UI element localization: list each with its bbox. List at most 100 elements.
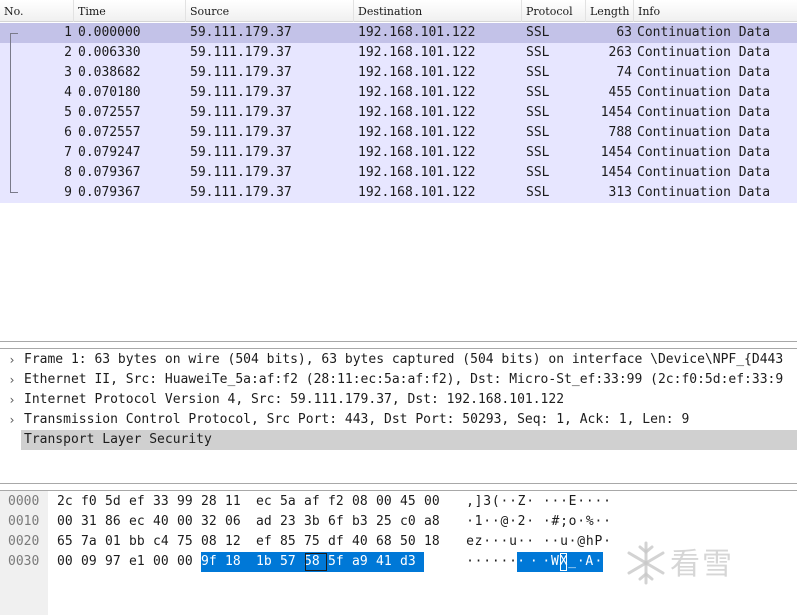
packet-row[interactable]: 8 0.079367 59.111.179.37 192.168.101.122 SSL… (0, 163, 797, 183)
hex-byte[interactable]: 65 (57, 532, 81, 552)
hex-byte[interactable]: 12 (225, 532, 249, 552)
hex-byte[interactable]: 32 (201, 512, 225, 532)
hex-byte[interactable]: 31 (81, 512, 105, 532)
hex-byte[interactable]: a8 (424, 512, 448, 532)
ascii-char[interactable]: · (602, 492, 612, 512)
hex-byte[interactable]: 06 (225, 512, 249, 532)
ascii-char[interactable]: · (525, 532, 535, 552)
column-header-source[interactable]: Source (186, 0, 354, 22)
ascii-char[interactable]: · (602, 532, 612, 552)
hex-byte[interactable]: a9 (352, 552, 376, 572)
hex-byte[interactable]: 00 (424, 492, 448, 512)
hex-byte[interactable]: df (328, 532, 352, 552)
hex-byte[interactable]: 50 (400, 532, 424, 552)
hex-byte[interactable]: 25 (376, 512, 400, 532)
hex-byte[interactable]: 00 (177, 552, 201, 572)
hex-byte[interactable]: 57 (280, 552, 304, 572)
packet-row[interactable]: 3 0.038682 59.111.179.37 192.168.101.122 SSL… (0, 63, 797, 83)
hex-byte[interactable]: 00 (57, 552, 81, 572)
hex-byte[interactable]: 1b (256, 552, 280, 572)
hex-byte[interactable]: ec (129, 512, 153, 532)
hex-byte[interactable]: 08 (352, 492, 376, 512)
packet-row[interactable]: 1 0.000000 59.111.179.37 192.168.101.122 SSL… (0, 23, 797, 43)
hex-byte[interactable]: 99 (177, 492, 201, 512)
hex-byte[interactable]: ef (256, 532, 280, 552)
hex-byte[interactable]: 75 (177, 532, 201, 552)
chevron-right-icon[interactable]: › (6, 350, 18, 370)
column-header-length[interactable]: Length (586, 0, 634, 22)
hex-byte[interactable]: 40 (352, 532, 376, 552)
hex-byte[interactable]: 28 (201, 492, 225, 512)
hex-byte[interactable]: 11 (225, 492, 249, 512)
hex-byte[interactable]: 08 (201, 532, 225, 552)
column-header-destination[interactable]: Destination (354, 0, 522, 22)
hex-byte[interactable]: c4 (153, 532, 177, 552)
hex-byte[interactable]: 75 (304, 532, 328, 552)
hex-byte[interactable]: 3b (304, 512, 328, 532)
ascii-char[interactable]: · (525, 512, 535, 532)
detail-tree-item[interactable]: › Frame 1: 63 bytes on wire (504 bits), 6… (0, 350, 797, 370)
hex-byte[interactable]: e1 (129, 552, 153, 572)
hex-byte[interactable]: 5d (105, 492, 129, 512)
hex-byte[interactable]: 6f (328, 512, 352, 532)
hex-byte[interactable]: 09 (81, 552, 105, 572)
hex-byte[interactable]: 45 (400, 492, 424, 512)
hex-byte[interactable]: bb (129, 532, 153, 552)
hex-byte[interactable]: 5a (280, 492, 304, 512)
packet-row[interactable]: 5 0.072557 59.111.179.37 192.168.101.122 SSL… (0, 103, 797, 123)
hex-byte[interactable]: ef (129, 492, 153, 512)
ascii-char[interactable]: · (593, 552, 604, 572)
ascii-char[interactable]: · (602, 512, 612, 532)
column-header-protocol[interactable]: Protocol (522, 0, 586, 22)
column-header-time[interactable]: Time (74, 0, 186, 22)
packet-row[interactable]: 9 0.079367 59.111.179.37 192.168.101.122 SSL… (0, 183, 797, 203)
cell-length: 313 (608, 185, 632, 200)
detail-tree-item[interactable]: Transport Layer Security (0, 430, 797, 450)
hex-byte[interactable]: 00 (153, 552, 177, 572)
hex-byte[interactable]: 58 (304, 552, 328, 572)
packet-row[interactable]: 2 0.006330 59.111.179.37 192.168.101.122 SSL… (0, 43, 797, 63)
hex-byte[interactable]: 23 (280, 512, 304, 532)
hex-byte[interactable]: 2c (57, 492, 81, 512)
hex-byte[interactable]: af (304, 492, 328, 512)
packet-list-pane[interactable]: No. Time Source Destination Protocol Len… (0, 0, 797, 342)
hex-byte[interactable]: 68 (376, 532, 400, 552)
hex-byte[interactable]: 85 (280, 532, 304, 552)
hex-byte[interactable]: d3 (400, 552, 424, 572)
chevron-right-icon[interactable]: › (6, 370, 18, 390)
hex-byte[interactable]: c0 (400, 512, 424, 532)
hex-byte[interactable]: 00 (177, 512, 201, 532)
hex-byte[interactable]: 18 (225, 552, 256, 572)
hex-byte[interactable]: 9f (201, 552, 225, 572)
hex-byte[interactable]: 7a (81, 532, 105, 552)
hex-byte[interactable]: f0 (81, 492, 105, 512)
ascii-char[interactable]: · (525, 552, 543, 572)
hex-byte[interactable]: f2 (328, 492, 352, 512)
hex-byte[interactable]: b3 (352, 512, 376, 532)
ascii-char[interactable]: · (525, 492, 535, 512)
hex-byte[interactable]: 00 (57, 512, 81, 532)
hex-byte[interactable]: 18 (424, 532, 448, 552)
detail-tree-item[interactable]: › Internet Protocol Version 4, Src: 59.11… (0, 390, 797, 410)
hex-byte[interactable]: 41 (376, 552, 400, 572)
hex-byte[interactable]: ad (256, 512, 280, 532)
packet-row[interactable]: 6 0.072557 59.111.179.37 192.168.101.122 SSL… (0, 123, 797, 143)
hex-byte[interactable]: 00 (376, 492, 400, 512)
packet-row[interactable]: 7 0.079247 59.111.179.37 192.168.101.122 SSL… (0, 143, 797, 163)
packet-details-pane[interactable]: › Frame 1: 63 bytes on wire (504 bits), 6… (0, 348, 797, 484)
hex-byte[interactable]: 01 (105, 532, 129, 552)
hex-byte[interactable]: 97 (105, 552, 129, 572)
detail-tree-item[interactable]: › Transmission Control Protocol, Src Port… (0, 410, 797, 430)
hex-byte[interactable]: 5f (328, 552, 352, 572)
hex-byte[interactable]: ec (256, 492, 280, 512)
column-header-info[interactable]: Info (634, 0, 797, 22)
hex-byte[interactable]: 86 (105, 512, 129, 532)
detail-tree-item[interactable]: › Ethernet II, Src: HuaweiTe_5a:af:f2 (28… (0, 370, 797, 390)
hex-byte[interactable]: 40 (153, 512, 177, 532)
packet-row[interactable]: 4 0.070180 59.111.179.37 192.168.101.122 SSL… (0, 83, 797, 103)
cell-length: 1454 (600, 165, 632, 180)
chevron-right-icon[interactable]: › (6, 410, 18, 430)
chevron-right-icon[interactable]: › (6, 390, 18, 410)
column-header-no[interactable]: No. (0, 0, 74, 22)
hex-byte[interactable]: 33 (153, 492, 177, 512)
